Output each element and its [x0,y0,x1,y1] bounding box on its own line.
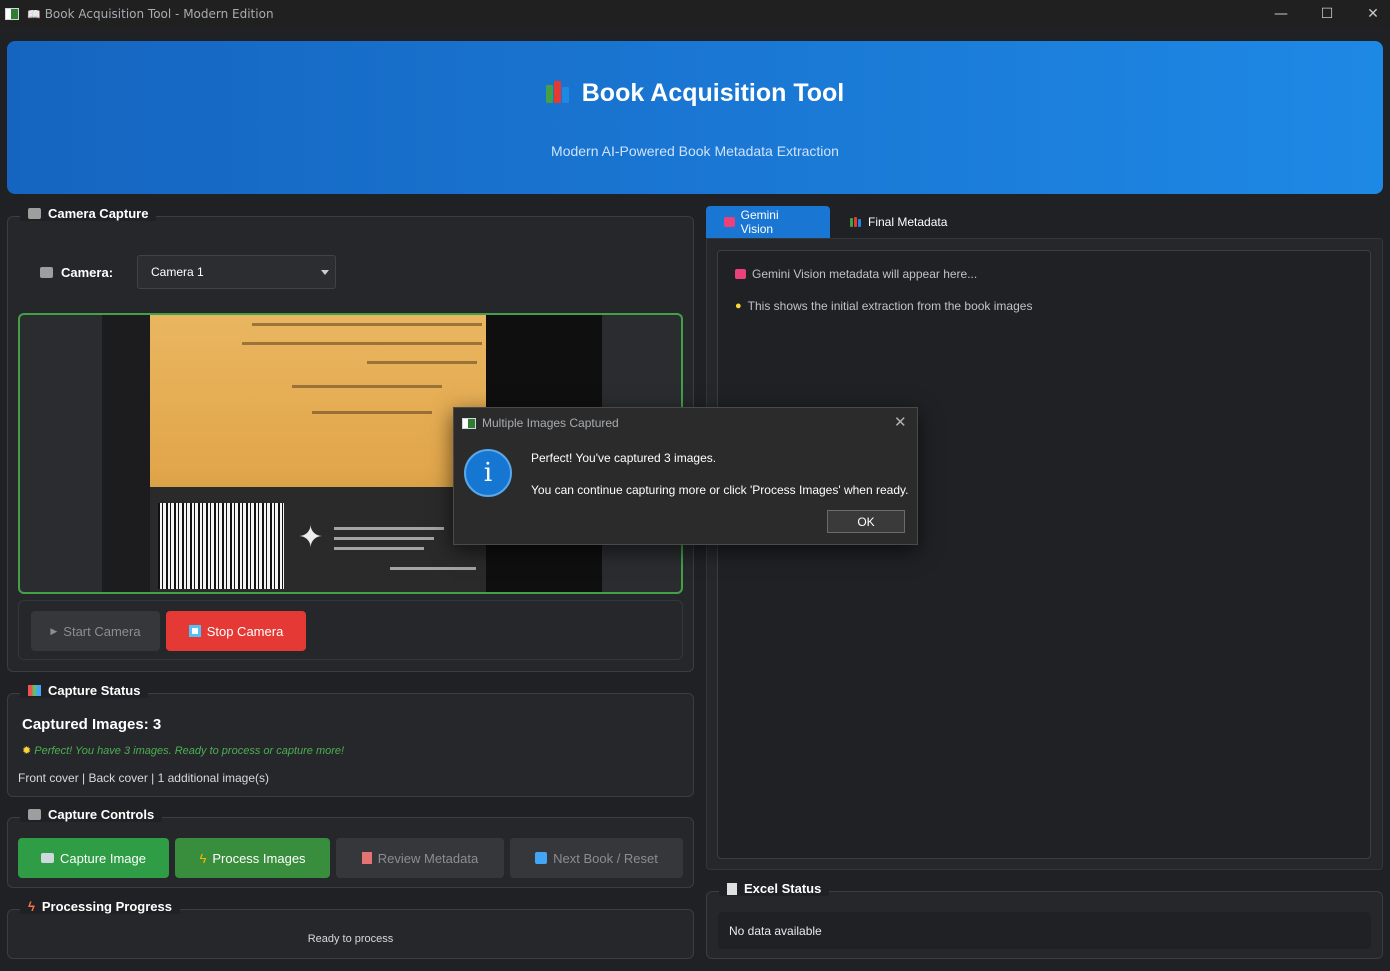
captured-count: Captured Images: 3 [22,716,162,733]
dialog-title: Multiple Images Captured [482,416,619,430]
gemini-output-area[interactable] [717,250,1371,859]
stop-icon [188,625,201,637]
robot-icon [735,269,746,279]
processing-progress-label: Processing Progress [41,899,172,914]
robot-icon [724,217,735,227]
capture-controls-title: Capture Controls [20,807,163,822]
minimize-button[interactable]: — [1258,0,1304,28]
refresh-icon [535,852,548,864]
lightbulb-icon: ● [735,300,742,312]
lightning-icon: ϟ [28,899,35,914]
tab-gemini-label: Gemini Vision [740,208,779,236]
document-icon [361,852,372,864]
ok-button[interactable]: OK [827,510,905,533]
app-title: Book Acquisition Tool [581,79,845,107]
review-metadata-label: Review Metadata [377,850,479,866]
gemini-placeholder-text: Gemini Vision metadata will appear here.… [752,267,978,281]
excel-status-title: Excel Status [719,881,830,896]
book-icon: 📖 [27,7,41,21]
camera-icon [28,208,41,219]
books-icon [545,81,572,103]
play-icon: ▶ [50,625,58,636]
progress-status: Ready to process [307,933,394,945]
camera-capture-title: Camera Capture [20,206,157,221]
process-images-button[interactable]: ϟ Process Images [175,838,330,878]
camera-select[interactable]: Camera 1 [137,255,336,289]
maximize-button[interactable]: ☐ [1304,0,1350,28]
close-icon[interactable]: ✕ [894,413,907,431]
next-book-button[interactable]: Next Book / Reset [510,838,683,878]
camera-icon [40,267,53,278]
gemini-hint-line: ● This shows the initial extraction from… [735,299,1032,313]
review-metadata-button[interactable]: Review Metadata [336,838,504,878]
start-camera-button[interactable]: ▶ Start Camera [31,611,160,651]
camera-label-text: Camera: [61,265,114,280]
app-icon [462,418,476,429]
stop-camera-button[interactable]: Stop Camera [166,611,306,651]
excel-status-label: Excel Status [744,881,822,896]
camera-icon [28,809,41,820]
camera-icon [41,853,54,863]
chart-icon [28,685,41,696]
sparkle-icon: ✹ [22,745,32,757]
books-icon [850,217,862,227]
processing-progress-title: ϟ Processing Progress [20,899,180,914]
start-camera-label: Start Camera [63,623,141,639]
gemini-hint-text: This shows the initial extraction from t… [747,299,1033,313]
chevron-down-icon [321,270,329,275]
capture-status-title: Capture Status [20,683,149,698]
capture-status-label: Capture Status [48,683,141,698]
next-book-label: Next Book / Reset [553,850,658,866]
process-images-label: Process Images [212,850,306,866]
camera-select-value: Camera 1 [151,265,204,279]
lightning-icon: ϟ [199,850,207,866]
tab-final-metadata[interactable]: Final Metadata [832,206,972,238]
capture-image-label: Capture Image [60,850,146,866]
dialog-message-2: You can continue capturing more or click… [531,483,909,497]
camera-select-label: Camera: [40,265,113,280]
tab-gemini-vision[interactable]: Gemini Vision [706,206,830,238]
capture-status-message-text: Perfect! You have 3 images. Ready to pro… [34,745,345,757]
app-subtitle: Modern AI-Powered Book Metadata Extracti… [551,143,839,159]
capture-status-message: ✹ Perfect! You have 3 images. Ready to p… [22,744,344,757]
dialog-message-1: Perfect! You've captured 3 images. [531,451,717,465]
app-icon [5,8,19,20]
excel-status-text: No data available [729,924,822,938]
close-window-button[interactable]: ✕ [1350,0,1390,28]
info-icon: i [464,449,512,497]
document-icon [727,882,737,895]
capture-controls-label: Capture Controls [48,807,155,822]
app-title-row: Book Acquisition Tool [7,79,1383,108]
tab-final-label: Final Metadata [868,215,948,229]
window-title: Book Acquisition Tool - Modern Edition [44,7,274,21]
window-titlebar: 📖 Book Acquisition Tool - Modern Edition [0,0,1390,28]
capture-image-button[interactable]: Capture Image [18,838,169,878]
header-banner: Book Acquisition Tool Modern AI-Powered … [7,41,1383,194]
camera-capture-label: Camera Capture [48,206,149,221]
message-dialog: Multiple Images Captured ✕ i Perfect! Yo… [453,407,918,545]
capture-status-detail: Front cover | Back cover | 1 additional … [18,771,270,785]
stop-camera-label: Stop Camera [206,623,284,639]
gemini-placeholder-line: Gemini Vision metadata will appear here.… [735,267,977,281]
